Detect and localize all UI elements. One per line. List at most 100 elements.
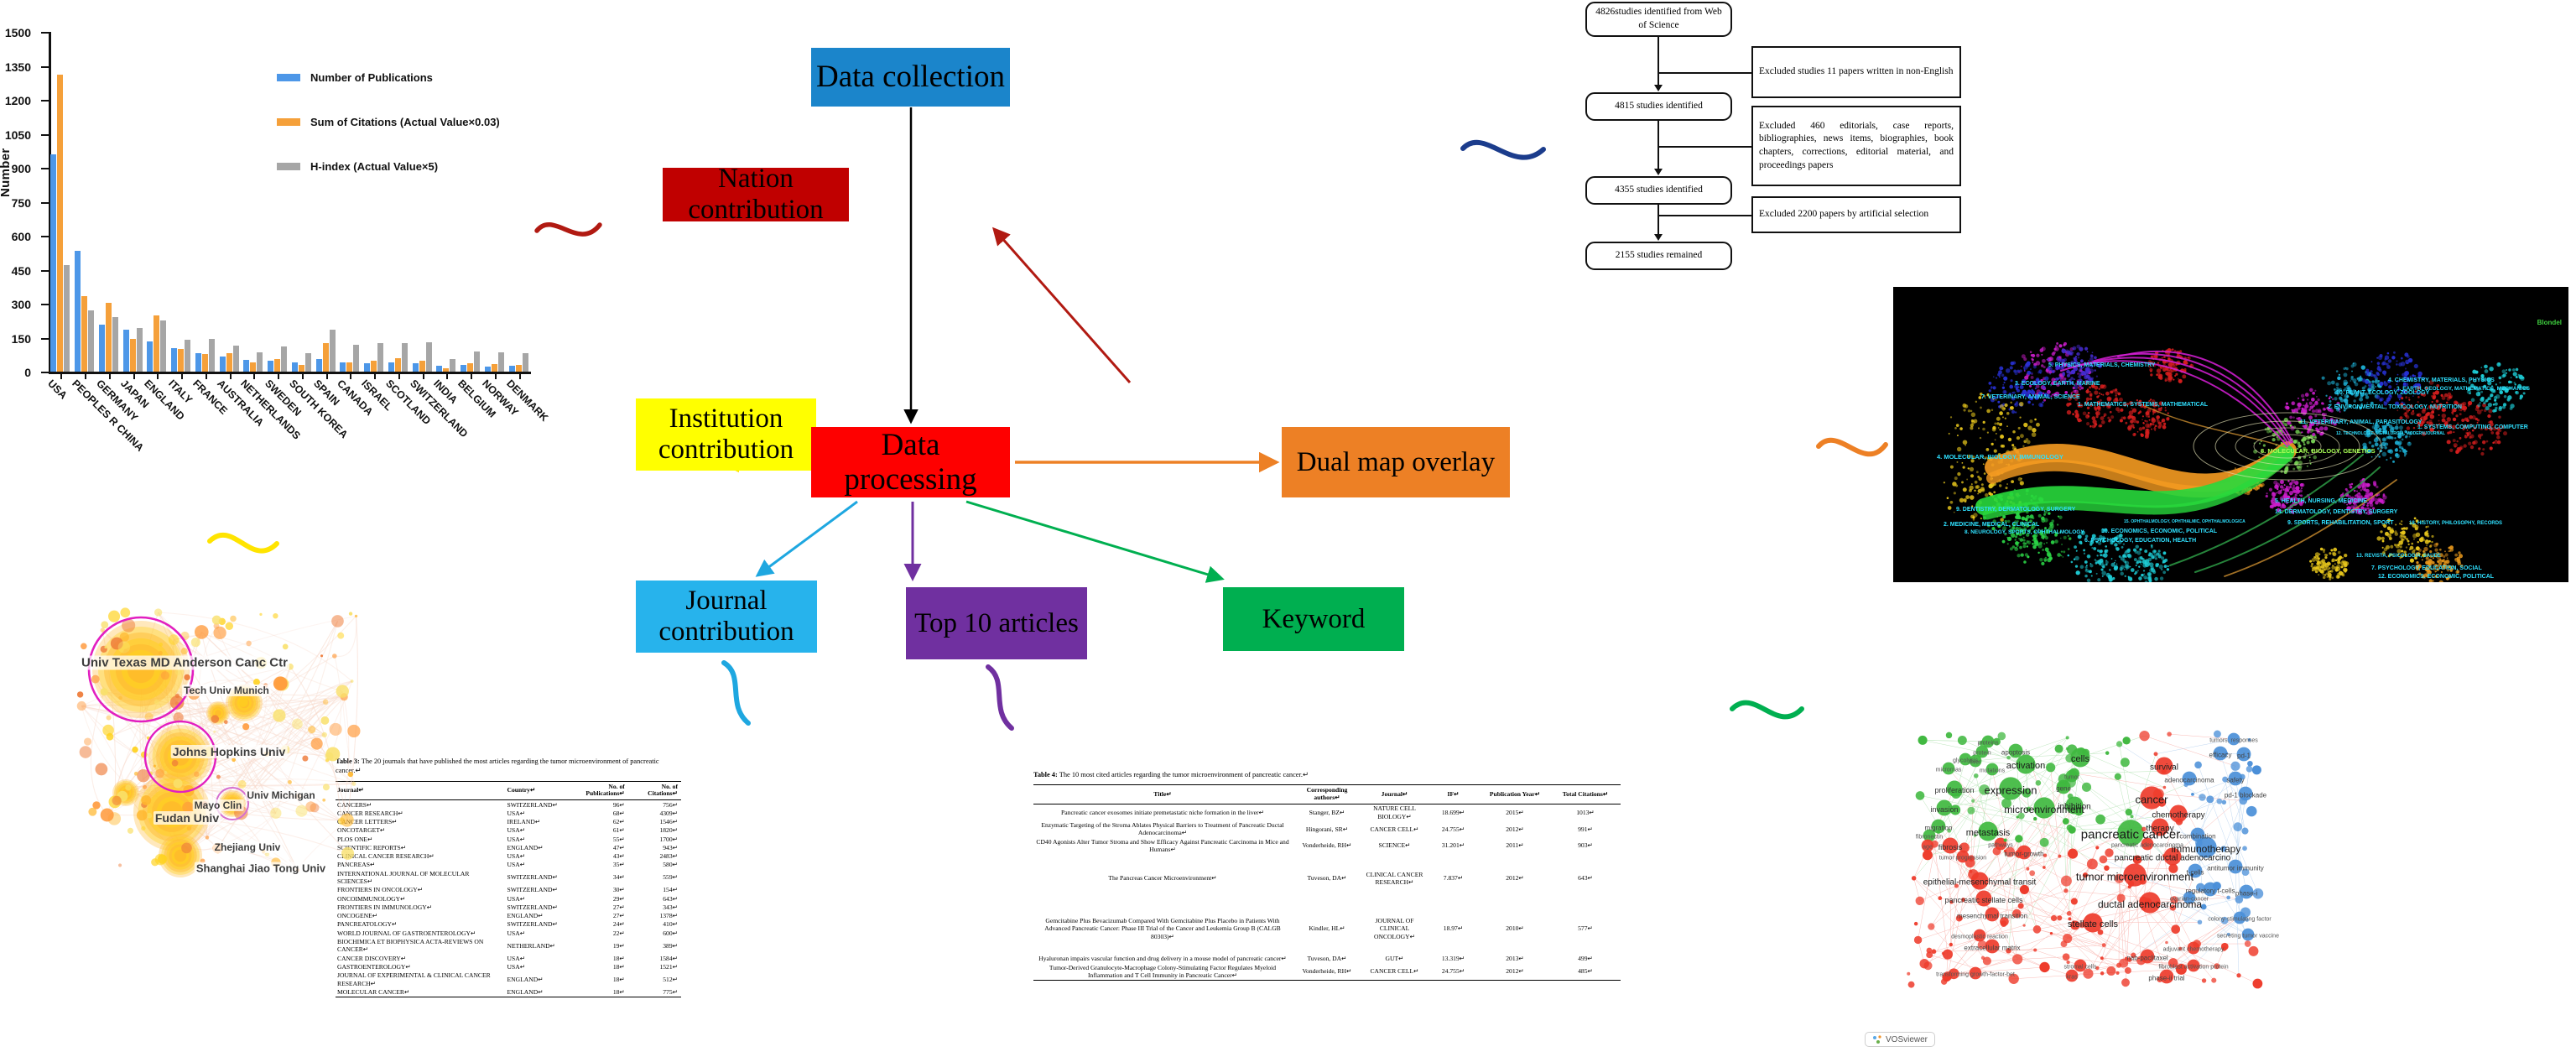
chart-bar: [413, 363, 419, 372]
chart-bar: [195, 353, 201, 372]
table-cell: Vonderheide, RH↵: [1292, 837, 1362, 854]
keyword-node-label: t-cells: [2187, 869, 2204, 877]
keyword-node-label: phase-ii trial: [2148, 975, 2184, 982]
table-cell: 559↵: [633, 869, 681, 886]
chart-bar: [123, 330, 129, 372]
table-cell: Hingorani, SR↵: [1292, 821, 1362, 838]
table-cell: USA↵: [506, 894, 585, 903]
chart-bar-group: [292, 353, 311, 372]
nation-contribution-bar-chart: Number 015030045060075090010501200135015…: [0, 25, 554, 453]
keyword-node-label: ovarian-cancer: [2170, 897, 2209, 903]
table-cell: Gemcitabine Plus Bevacizumab Compared Wi…: [1033, 903, 1292, 955]
table-cell: 13.319↵: [1427, 955, 1480, 963]
chart-x-tick: [253, 372, 255, 379]
process-box-dual-map-overlay[interactable]: Dual map overlay: [1282, 427, 1510, 497]
table-cell: SWITZERLAND↵: [506, 869, 585, 886]
dual-map-cluster-label: 14. DERMATOLOGY, DENTISTRY, SURGERY: [2275, 509, 2397, 515]
table-cell: 499↵: [1550, 955, 1621, 963]
keyword-node-label: colony-stimulating factor: [2208, 917, 2271, 923]
keyword-cooccurrence-network: pancreatic cancertumor microenvironmentd…: [1858, 688, 2328, 1057]
process-box-data-collection[interactable]: Data collection: [811, 48, 1010, 107]
dual-map-cluster-label: 12. ECONOMICS, ECONOMIC, POLITICAL: [2378, 574, 2494, 580]
chart-bar-group: [340, 345, 359, 372]
dual-map-cluster-label: 1. SYSTEMS, COMPUTING, COMPUTER: [2417, 424, 2528, 430]
table-3-header-citations: No. of Citations↵: [633, 781, 681, 799]
vosviewer-label: VOSviewer: [1886, 1035, 1928, 1044]
chart-bar: [316, 359, 322, 372]
chart-bar: [498, 352, 504, 372]
dual-map-cluster-label: 8. NEUROLOGY, SPORTS, OPHTHALMOLOGY: [1965, 529, 2084, 535]
table-cell: USA↵: [506, 861, 585, 869]
prisma-step-3: 2155 studies remained: [1585, 242, 1732, 270]
table-cell: 43↵: [584, 852, 632, 861]
keyword-node-label: proliferation: [1934, 786, 1974, 794]
table-cell: 389↵: [633, 938, 681, 955]
table-cell: CANCER DISCOVERY↵: [336, 954, 506, 962]
prisma-connector: [1657, 146, 1751, 148]
table-cell: USA↵: [506, 963, 585, 971]
table-cell: CANCER CELL↵: [1362, 821, 1427, 838]
table-cell: 24↵: [584, 920, 632, 929]
chart-x-tick: [230, 372, 232, 379]
process-box-data-processing[interactable]: Data processing: [811, 427, 1010, 497]
table-cell: USA↵: [506, 929, 585, 937]
chart-bar: [64, 265, 70, 372]
chart-bar: [388, 362, 394, 372]
keyword-node-label: inhibition: [2058, 803, 2090, 812]
process-box-institution-contribution[interactable]: Institution contribution: [636, 398, 816, 471]
table-row: CD40 Agonists Alter Tumor Stroma and Sho…: [1033, 837, 1621, 854]
keyword-node-label: mutations: [1980, 768, 2005, 774]
keyword-node-label: tumor-growth: [2004, 851, 2043, 858]
chart-bar: [209, 339, 215, 372]
keyword-node-label: tumors, responses: [2209, 738, 2258, 744]
chart-bar: [178, 349, 184, 372]
chart-bar-group: [220, 346, 239, 372]
table-cell: 643↵: [633, 894, 681, 903]
table-4-header-journal: Journal↵: [1362, 785, 1427, 804]
chart-bar: [426, 342, 432, 372]
keyword-node-label: liver: [1970, 760, 1981, 766]
table-cell: 18↵: [584, 971, 632, 988]
dual-map-cluster-label: 18. HISTORY, PHILOSOPHY, RECORDS: [2409, 521, 2502, 526]
table-cell: 154↵: [633, 886, 681, 894]
prisma-flow-diagram: 4826studies identified from Web of Scien…: [1577, 0, 2005, 289]
chart-bar: [50, 154, 56, 372]
table-cell: 2012↵: [1480, 821, 1550, 838]
process-box-journal-contribution[interactable]: Journal contribution: [636, 581, 817, 653]
keyword-node-label: cells: [2071, 754, 2089, 764]
keyword-node-label: tumor microenvironment: [2076, 871, 2194, 883]
table-cell: SWITZERLAND↵: [506, 886, 585, 894]
chart-bar: [243, 360, 249, 372]
chart-bar: [137, 328, 143, 372]
table-cell: 29↵: [584, 894, 632, 903]
table-cell: 35↵: [584, 861, 632, 869]
table-cell: 47↵: [584, 843, 632, 851]
chart-bar: [395, 358, 401, 372]
process-box-top-10-articles[interactable]: Top 10 articles: [906, 587, 1087, 659]
keyword-node-label: nab-paclitaxel: [2126, 955, 2167, 962]
keyword-node-label: cancer: [2135, 794, 2167, 806]
chart-bar-group: [50, 75, 70, 372]
chart-bar: [299, 365, 304, 372]
keyword-node-label: transforming growth-factor-bet: [1936, 972, 2015, 978]
process-box-keyword[interactable]: Keyword: [1223, 587, 1404, 651]
prisma-exclusion-2: Excluded 2200 papers by artificial selec…: [1751, 196, 1961, 233]
table-cell: Hyaluronan impairs vascular function and…: [1033, 955, 1292, 963]
table-4-header-total-citations: Total Citations↵: [1550, 785, 1621, 804]
dual-map-cluster-label: 7. VETERINARY, ANIMAL, SCIENCE: [1981, 394, 2080, 400]
table-cell: 1521↵: [633, 963, 681, 971]
keyword-node-label: therapy: [2146, 825, 2173, 834]
table-cell: 2011↵: [1480, 837, 1550, 854]
chart-bar: [467, 363, 473, 372]
institution-collaboration-network: Univ Texas MD Anderson Canc CtrTech Univ…: [46, 579, 440, 893]
chart-x-tick: [157, 372, 159, 379]
dual-map-cluster-label: 10. PLANT, ECOLOGY, ZOOLOGY: [2336, 390, 2429, 396]
institution-node-label: Univ Michigan: [245, 789, 316, 801]
table-cell: 2015↵: [1480, 804, 1550, 820]
chart-bar: [443, 368, 449, 372]
table-cell: WORLD JOURNAL OF GASTROENTEROLOGY↵: [336, 929, 506, 937]
table-4-header-if: IF↵: [1427, 785, 1480, 804]
chart-bar: [268, 361, 273, 372]
table-cell: 68↵: [584, 809, 632, 817]
process-box-nation-contribution[interactable]: Nation contribution: [663, 168, 849, 221]
